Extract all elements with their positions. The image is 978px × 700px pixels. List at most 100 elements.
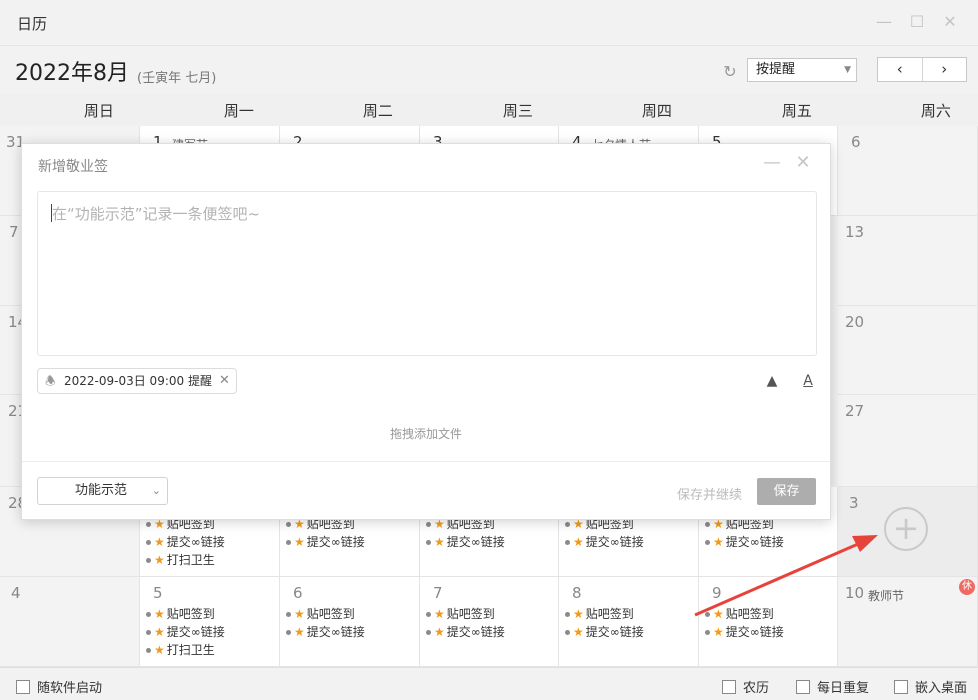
event-item[interactable]: ★ 贴吧签到 bbox=[565, 605, 644, 623]
star-icon: ★ bbox=[434, 535, 445, 549]
day-cell[interactable]: 7 ★ 贴吧签到 ★ 提交∞链接 bbox=[420, 577, 559, 667]
star-icon: ★ bbox=[294, 535, 305, 549]
day-cell[interactable]: 13 bbox=[838, 216, 978, 306]
event-label: 贴吧签到 bbox=[306, 607, 355, 621]
event-item[interactable]: ★ 提交∞链接 bbox=[146, 533, 225, 551]
lunar-label: 农历 bbox=[743, 681, 770, 696]
category-select[interactable]: 功能示范 ⌄ bbox=[37, 477, 168, 505]
refresh-icon[interactable]: ↻ bbox=[720, 62, 740, 82]
event-label: 贴吧签到 bbox=[166, 607, 215, 621]
event-label: 贴吧签到 bbox=[585, 607, 634, 621]
month-nav: ‹ › bbox=[877, 57, 967, 82]
event-item[interactable]: ★ 打扫卫生 bbox=[146, 551, 225, 569]
day-cell[interactable]: 6 ★ 贴吧签到 ★ 提交∞链接 bbox=[280, 577, 420, 667]
rest-day-badge: 休 bbox=[959, 579, 975, 595]
save-button[interactable]: 保存 bbox=[757, 478, 816, 505]
event-item[interactable]: ★ 提交∞链接 bbox=[565, 623, 644, 641]
weekday-wed: 周三 bbox=[502, 102, 533, 120]
event-label: 提交∞链接 bbox=[166, 625, 225, 639]
event-label: 提交∞链接 bbox=[446, 625, 505, 639]
month-title: 2022年8月 bbox=[15, 61, 129, 86]
day-number: 20 bbox=[845, 313, 865, 331]
day-cell[interactable]: 3 + bbox=[838, 487, 978, 577]
day-cell[interactable]: 6 bbox=[838, 126, 978, 216]
day-cell[interactable]: 27 bbox=[838, 395, 978, 487]
event-item[interactable]: ★ 提交∞链接 bbox=[426, 533, 505, 551]
day-cell[interactable]: 9 ★ 贴吧签到 ★ 提交∞链接 bbox=[699, 577, 838, 667]
remove-reminder-icon[interactable]: ✕ bbox=[219, 369, 230, 393]
event-list: ★ 贴吧签到 ★ 提交∞链接 ★ 打扫卫生 bbox=[146, 515, 225, 569]
day-cell[interactable]: 4 bbox=[0, 577, 140, 667]
event-item[interactable]: ★ 提交∞链接 bbox=[565, 533, 644, 551]
lunar-checkbox[interactable]: 农历 bbox=[722, 677, 769, 696]
day-number: 8 bbox=[572, 584, 582, 602]
event-list: ★ 贴吧签到 ★ 提交∞链接 bbox=[286, 605, 365, 641]
star-icon: ★ bbox=[154, 643, 165, 657]
event-item[interactable]: ★ 提交∞链接 bbox=[146, 623, 225, 641]
day-number: 9 bbox=[712, 584, 722, 602]
event-list: ★ 贴吧签到 ★ 提交∞链接 ★ 打扫卫生 bbox=[146, 605, 225, 659]
event-item[interactable]: ★ 贴吧签到 bbox=[286, 605, 365, 623]
minimize-icon[interactable]: — bbox=[875, 13, 893, 31]
maximize-icon[interactable]: ☐ bbox=[908, 13, 926, 31]
day-cell[interactable]: 20 bbox=[838, 306, 978, 395]
star-icon: ★ bbox=[573, 535, 584, 549]
day-number: 6 bbox=[293, 584, 303, 602]
text-format-icon[interactable]: A bbox=[799, 372, 817, 390]
event-list: ★ 贴吧签到 ★ 提交∞链接 bbox=[426, 515, 505, 551]
day-cell[interactable]: 5 ★ 贴吧签到 ★ 提交∞链接 ★ 打扫卫生 bbox=[140, 577, 280, 667]
bullet-icon bbox=[565, 540, 570, 545]
day-number: 3 bbox=[849, 494, 859, 512]
note-textarea[interactable]: 在“功能示范”记录一条便签吧~ bbox=[37, 191, 817, 356]
close-icon[interactable]: ✕ bbox=[941, 13, 959, 31]
event-item[interactable]: ★ 提交∞链接 bbox=[705, 623, 784, 641]
save-and-continue-button[interactable]: 保存并继续 bbox=[677, 484, 742, 503]
day-cell[interactable]: 8 ★ 贴吧签到 ★ 提交∞链接 bbox=[559, 577, 699, 667]
star-icon: ★ bbox=[713, 625, 724, 639]
checkbox-box[interactable] bbox=[16, 679, 30, 694]
day-number: 7 bbox=[433, 584, 443, 602]
remind-filter-select[interactable]: 按提醒 ▼ bbox=[747, 58, 857, 82]
event-item[interactable]: ★ 提交∞链接 bbox=[705, 533, 784, 551]
day-number: 7 bbox=[9, 223, 19, 241]
reminder-tag[interactable]: 🕭 2022-09-03日 09:00 提醒 ✕ bbox=[37, 368, 237, 394]
title-bar: 日历 — ☐ ✕ bbox=[0, 0, 978, 46]
event-label: 提交∞链接 bbox=[306, 535, 365, 549]
checkbox-box[interactable] bbox=[894, 679, 908, 694]
window-title: 日历 bbox=[17, 15, 48, 33]
event-item[interactable]: ★ 提交∞链接 bbox=[426, 623, 505, 641]
event-item[interactable]: ★ 贴吧签到 bbox=[705, 605, 784, 623]
embed-desktop-checkbox[interactable]: 嵌入桌面 bbox=[894, 677, 967, 696]
bullet-icon bbox=[426, 540, 431, 545]
checkbox-box[interactable] bbox=[796, 679, 810, 694]
weekday-mon: 周一 bbox=[223, 102, 254, 120]
event-item[interactable]: ★ 提交∞链接 bbox=[286, 623, 365, 641]
prev-month-button[interactable]: ‹ bbox=[878, 58, 922, 81]
event-item[interactable]: ★ 提交∞链接 bbox=[286, 533, 365, 551]
event-item[interactable]: ★ 贴吧签到 bbox=[426, 605, 505, 623]
event-label: 贴吧签到 bbox=[725, 607, 774, 621]
add-note-plus-icon[interactable]: + bbox=[884, 507, 928, 551]
checkbox-box[interactable] bbox=[722, 679, 736, 694]
bullet-icon bbox=[705, 522, 710, 527]
bullet-icon bbox=[146, 648, 151, 653]
star-icon: ★ bbox=[154, 625, 165, 639]
close-icon[interactable]: ✕ bbox=[794, 152, 812, 173]
next-month-button[interactable]: › bbox=[921, 58, 967, 81]
bullet-icon bbox=[146, 540, 151, 545]
image-upload-icon[interactable]: ▲ bbox=[763, 372, 781, 390]
bullet-icon bbox=[146, 630, 151, 635]
day-cell[interactable]: 10 教师节 休 bbox=[838, 577, 978, 667]
minimize-icon[interactable]: — bbox=[763, 152, 781, 173]
daily-repeat-checkbox[interactable]: 每日重复 bbox=[796, 677, 869, 696]
star-icon: ★ bbox=[573, 607, 584, 621]
reminder-time: 2022-09-03日 09:00 提醒 bbox=[64, 374, 212, 388]
category-value: 功能示范 bbox=[75, 483, 128, 498]
star-icon: ★ bbox=[154, 535, 165, 549]
weekday-sun: 周日 bbox=[83, 102, 114, 120]
event-item[interactable]: ★ 打扫卫生 bbox=[146, 641, 225, 659]
autostart-checkbox[interactable]: 随软件启动 bbox=[16, 677, 102, 696]
note-placeholder: 在“功能示范”记录一条便签吧~ bbox=[52, 205, 261, 223]
drop-file-hint[interactable]: 拖拽添加文件 bbox=[22, 425, 830, 442]
event-item[interactable]: ★ 贴吧签到 bbox=[146, 605, 225, 623]
